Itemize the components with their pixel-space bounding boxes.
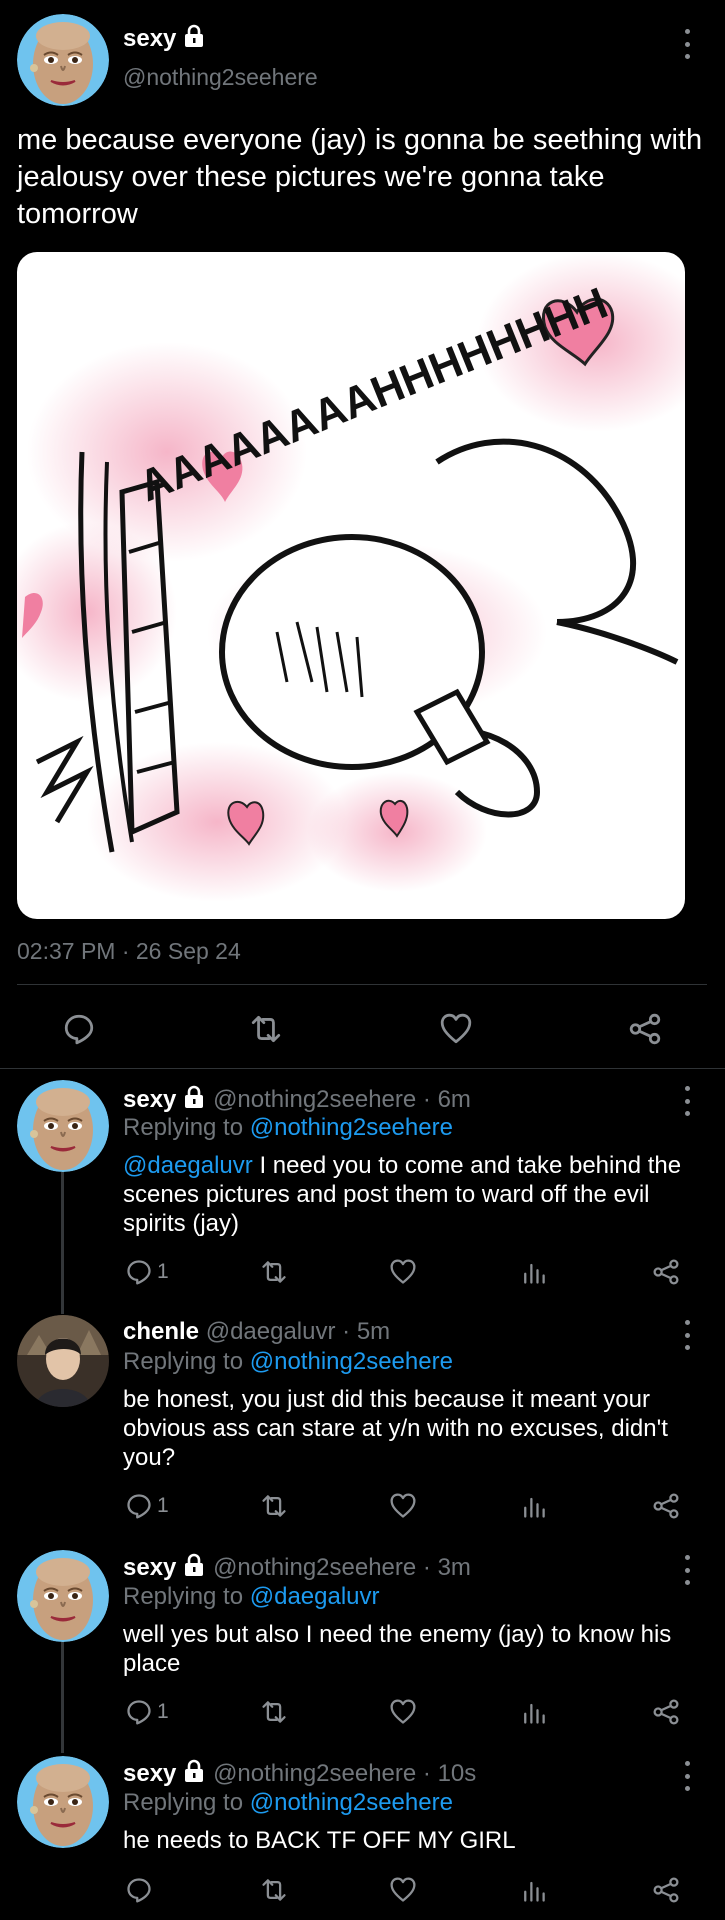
lock-icon bbox=[182, 24, 206, 48]
handle[interactable]: @nothing2seehere bbox=[213, 1554, 416, 1581]
reply-icon[interactable] bbox=[125, 1492, 153, 1520]
reply-time: · 3m bbox=[422, 1554, 471, 1581]
avatar[interactable] bbox=[17, 1080, 109, 1172]
like-icon[interactable] bbox=[389, 1258, 417, 1286]
reply-icon[interactable] bbox=[62, 1012, 96, 1046]
reply-count: 1 bbox=[157, 1494, 169, 1517]
mention-link[interactable]: @daegaluvr bbox=[123, 1152, 253, 1179]
replying-to-link[interactable]: @nothing2seehere bbox=[250, 1114, 453, 1141]
share-icon[interactable] bbox=[652, 1258, 680, 1286]
reply-header: sexy @nothing2seehere · 10s bbox=[123, 1759, 476, 1788]
reply-count: 1 bbox=[157, 1700, 169, 1723]
thread-line bbox=[61, 1640, 64, 1753]
reply-time: · 5m bbox=[342, 1318, 391, 1345]
reply-icon[interactable] bbox=[125, 1698, 153, 1726]
avatar[interactable] bbox=[17, 1315, 109, 1407]
share-icon[interactable] bbox=[628, 1012, 662, 1046]
handle[interactable]: @daegaluvr bbox=[206, 1318, 336, 1345]
retweet-icon[interactable] bbox=[249, 1012, 283, 1046]
replying-to: Replying to @daegaluvr bbox=[123, 1583, 380, 1610]
meme-illustration: AAAAAAAAHHHHHHHH bbox=[17, 252, 685, 902]
handle[interactable]: @nothing2seehere bbox=[123, 64, 318, 91]
like-icon[interactable] bbox=[439, 1012, 473, 1046]
display-name[interactable]: sexy bbox=[123, 1760, 176, 1787]
more-icon[interactable] bbox=[677, 1320, 697, 1350]
views-icon[interactable] bbox=[520, 1698, 548, 1726]
reply-icon[interactable] bbox=[125, 1876, 153, 1904]
share-icon[interactable] bbox=[652, 1492, 680, 1520]
replying-to-link[interactable]: @nothing2seehere bbox=[250, 1789, 453, 1816]
divider bbox=[17, 984, 707, 985]
reply-icon[interactable] bbox=[125, 1258, 153, 1286]
author-row: sexy bbox=[123, 24, 206, 53]
lock-icon bbox=[182, 1553, 206, 1577]
views-icon[interactable] bbox=[520, 1492, 548, 1520]
reply-header: chenle @daegaluvr · 5m bbox=[123, 1318, 390, 1346]
share-icon[interactable] bbox=[652, 1876, 680, 1904]
reply-text: be honest, you just did this because it … bbox=[123, 1386, 668, 1471]
retweet-icon[interactable] bbox=[260, 1492, 288, 1520]
display-name[interactable]: sexy bbox=[123, 1554, 176, 1581]
tweet-image[interactable]: AAAAAAAAHHHHHHHH bbox=[17, 252, 685, 919]
replying-to-link[interactable]: @nothing2seehere bbox=[250, 1348, 453, 1375]
reply-header: sexy @nothing2seehere · 6m bbox=[123, 1085, 471, 1114]
tweet-timestamp: 02:37 PM · 26 Sep 24 bbox=[17, 938, 241, 964]
views-icon[interactable] bbox=[520, 1258, 548, 1286]
thread-line bbox=[61, 1172, 64, 1314]
reply-text: @daegaluvr I need you to come and take b… bbox=[123, 1152, 682, 1237]
more-icon[interactable] bbox=[677, 1555, 697, 1585]
handle[interactable]: @nothing2seehere bbox=[213, 1086, 416, 1113]
reply-header: sexy @nothing2seehere · 3m bbox=[123, 1553, 471, 1582]
reply-time: · 6m bbox=[422, 1086, 471, 1113]
avatar[interactable] bbox=[17, 1550, 109, 1642]
retweet-icon[interactable] bbox=[260, 1698, 288, 1726]
handle[interactable]: @nothing2seehere bbox=[213, 1760, 416, 1787]
reply-text: well yes but also I need the enemy (jay)… bbox=[123, 1621, 672, 1677]
replying-to: Replying to @nothing2seehere bbox=[123, 1348, 453, 1375]
reply-text: he needs to BACK TF OFF MY GIRL bbox=[123, 1827, 516, 1854]
retweet-icon[interactable] bbox=[260, 1876, 288, 1904]
lock-icon bbox=[182, 1085, 206, 1109]
display-name[interactable]: sexy bbox=[123, 25, 176, 52]
more-icon[interactable] bbox=[677, 1761, 697, 1791]
more-icon[interactable] bbox=[677, 1086, 697, 1116]
like-icon[interactable] bbox=[389, 1492, 417, 1520]
retweet-icon[interactable] bbox=[260, 1258, 288, 1286]
display-name[interactable]: chenle bbox=[123, 1318, 199, 1345]
avatar[interactable] bbox=[17, 14, 109, 106]
views-icon[interactable] bbox=[520, 1876, 548, 1904]
share-icon[interactable] bbox=[652, 1698, 680, 1726]
reply-count: 1 bbox=[157, 1260, 169, 1283]
replying-to: Replying to @nothing2seehere bbox=[123, 1789, 453, 1816]
like-icon[interactable] bbox=[389, 1876, 417, 1904]
replying-to-link[interactable]: @daegaluvr bbox=[250, 1583, 380, 1610]
tweet-text: me because everyone (jay) is gonna be se… bbox=[17, 124, 703, 230]
divider bbox=[0, 1068, 725, 1069]
display-name[interactable]: sexy bbox=[123, 1086, 176, 1113]
more-icon[interactable] bbox=[677, 29, 697, 59]
like-icon[interactable] bbox=[389, 1698, 417, 1726]
lock-icon bbox=[182, 1759, 206, 1783]
avatar[interactable] bbox=[17, 1756, 109, 1848]
reply-time: · 10s bbox=[422, 1760, 477, 1787]
replying-to: Replying to @nothing2seehere bbox=[123, 1114, 453, 1141]
